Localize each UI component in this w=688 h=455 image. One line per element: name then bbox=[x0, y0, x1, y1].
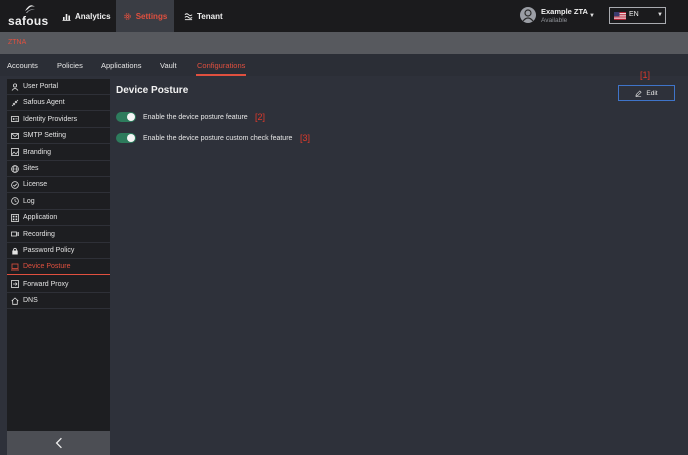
sidebar-item-license[interactable]: License bbox=[7, 177, 110, 194]
us-flag-icon bbox=[614, 12, 626, 20]
tab-bar: Accounts Policies Applications Vault Con… bbox=[0, 54, 688, 76]
sidebar-item-device-posture[interactable]: Device Posture bbox=[7, 259, 110, 276]
toggle-knob bbox=[127, 134, 135, 142]
user-icon bbox=[11, 82, 19, 91]
sidebar-item-label: Safous Agent bbox=[23, 99, 65, 107]
tab-accounts[interactable]: Accounts bbox=[7, 61, 38, 70]
sidebar-item-smtp-setting[interactable]: SMTP Setting bbox=[7, 128, 110, 145]
nav-settings[interactable]: Settings bbox=[116, 0, 174, 32]
chevron-down-icon: ▼ bbox=[589, 13, 595, 19]
sidebar-item-forward-proxy[interactable]: Forward Proxy bbox=[7, 277, 110, 293]
sidebar: User Portal Safous Agent Identity Provid… bbox=[7, 79, 110, 455]
sidebar-item-label: Sites bbox=[23, 165, 39, 172]
agent-icon bbox=[11, 99, 19, 107]
device-posture-toggle-row: Enable the device posture feature bbox=[116, 111, 248, 123]
sidebar-item-label: User Portal bbox=[23, 83, 59, 90]
tab-applications[interactable]: Applications bbox=[101, 61, 141, 70]
sidebar-collapse-button[interactable] bbox=[7, 431, 110, 455]
sidebar-item-label: Device Posture bbox=[23, 263, 71, 271]
nav-analytics[interactable]: Analytics bbox=[62, 0, 111, 32]
section-title: ZTNA bbox=[8, 39, 27, 46]
avatar bbox=[520, 7, 536, 23]
tenant-icon bbox=[184, 12, 193, 20]
nav-analytics-label: Analytics bbox=[75, 11, 111, 21]
section-bar: ZTNA bbox=[0, 32, 688, 54]
sidebar-item-application[interactable]: Application bbox=[7, 210, 110, 227]
sidebar-item-dns[interactable]: DNS bbox=[7, 293, 110, 310]
id-card-icon bbox=[11, 116, 19, 123]
tab-policies[interactable]: Policies bbox=[57, 61, 83, 70]
sidebar-item-label: Application bbox=[23, 214, 58, 222]
language-select[interactable]: EN ▼ bbox=[609, 7, 666, 24]
sidebar-item-label: Log bbox=[23, 197, 35, 205]
proxy-icon bbox=[11, 280, 19, 289]
chevron-down-icon: ▼ bbox=[657, 12, 663, 18]
laptop-icon bbox=[11, 263, 19, 271]
safous-logo[interactable]: safous bbox=[8, 4, 52, 28]
gear-icon bbox=[123, 12, 131, 20]
sidebar-item-label: Recording bbox=[23, 230, 55, 238]
sidebar-item-log[interactable]: Log bbox=[7, 194, 110, 210]
edit-button[interactable]: Edit bbox=[618, 85, 675, 101]
clock-icon bbox=[11, 197, 19, 206]
sidebar-item-label: License bbox=[23, 181, 48, 189]
sidebar-item-branding[interactable]: Branding bbox=[7, 145, 110, 161]
sidebar-item-label: Identity Providers bbox=[23, 115, 78, 123]
sidebar-item-sites[interactable]: Sites bbox=[7, 161, 110, 177]
sidebar-item-label: Forward Proxy bbox=[23, 280, 69, 288]
toggle-knob bbox=[127, 113, 135, 121]
sidebar-item-label: SMTP Setting bbox=[23, 132, 67, 140]
language-code: EN bbox=[629, 11, 639, 18]
edit-button-label: Edit bbox=[646, 89, 658, 97]
active-tab-indicator bbox=[196, 74, 246, 76]
grid-icon bbox=[11, 213, 19, 222]
globe-icon bbox=[11, 164, 19, 173]
sidebar-item-password-policy[interactable]: Password Policy bbox=[7, 243, 110, 259]
user-name: Example ZTA bbox=[541, 7, 588, 16]
user-status: Available bbox=[541, 17, 568, 24]
nav-tenant[interactable]: Tenant bbox=[184, 0, 223, 32]
tab-configurations[interactable]: Configurations bbox=[197, 61, 245, 70]
user-menu[interactable]: Example ZTA Available ▼ bbox=[520, 4, 600, 28]
badge-check-icon bbox=[11, 181, 19, 189]
user-avatar-icon bbox=[522, 9, 534, 22]
sidebar-item-safous-agent[interactable]: Safous Agent bbox=[7, 95, 110, 112]
sidebar-item-label: Branding bbox=[23, 148, 52, 156]
sidebar-item-recording[interactable]: Recording bbox=[7, 227, 110, 243]
pencil-icon bbox=[635, 89, 642, 97]
sidebar-item-label: Password Policy bbox=[23, 247, 75, 254]
chevron-left-icon bbox=[55, 437, 62, 449]
sidebar-item-identity-providers[interactable]: Identity Providers bbox=[7, 112, 110, 128]
home-icon bbox=[11, 297, 19, 305]
sidebar-item-label: DNS bbox=[23, 297, 38, 305]
custom-check-toggle-row: Enable the device posture custom check f… bbox=[116, 132, 292, 144]
image-icon bbox=[11, 148, 19, 156]
mail-icon bbox=[11, 132, 19, 139]
toggle-label: Enable the device posture custom check f… bbox=[143, 134, 293, 142]
custom-check-toggle[interactable] bbox=[116, 133, 136, 143]
toggle-label: Enable the device posture feature bbox=[143, 113, 248, 121]
nav-tenant-label: Tenant bbox=[197, 11, 223, 21]
nav-settings-label: Settings bbox=[135, 11, 168, 21]
device-posture-toggle[interactable] bbox=[116, 112, 136, 122]
annotation-marker: [1] bbox=[640, 70, 651, 80]
video-icon bbox=[11, 231, 19, 237]
top-bar: safous Analytics Settings Tenant Example… bbox=[0, 0, 688, 32]
safous-logo-mark bbox=[25, 5, 35, 13]
annotation-marker: [3] bbox=[300, 133, 311, 143]
page-title: Device Posture bbox=[116, 85, 189, 96]
bar-chart-icon bbox=[62, 13, 71, 21]
tab-vault[interactable]: Vault bbox=[160, 61, 177, 70]
annotation-marker: [2] bbox=[255, 112, 266, 122]
lock-icon bbox=[12, 247, 18, 254]
sidebar-item-user-portal[interactable]: User Portal bbox=[7, 79, 110, 95]
logo-text: safous bbox=[8, 14, 49, 28]
